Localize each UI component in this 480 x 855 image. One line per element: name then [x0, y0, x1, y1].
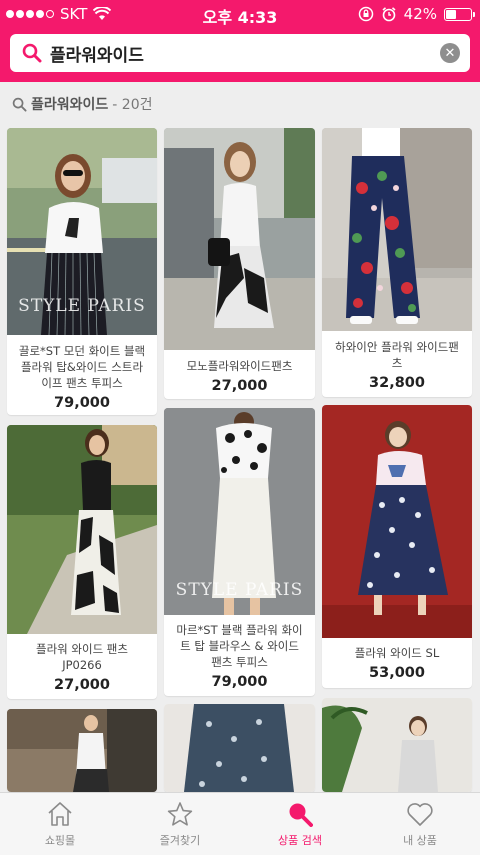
product-card[interactable]: 플라워 와이드 SL 53,000: [322, 405, 472, 688]
status-bar: SKT 오후 4:33 42%: [0, 0, 480, 28]
tab-favorites[interactable]: 즐겨찾기: [120, 793, 240, 855]
product-price: 27,000: [211, 378, 268, 394]
product-card[interactable]: 모노플라워와이드팬츠 27,000: [164, 128, 315, 399]
product-image: [322, 405, 472, 638]
results-count: - 20건: [112, 97, 153, 113]
product-name: 플라워 와이드 SL: [354, 646, 440, 660]
watermark: STYLE PARIS: [18, 296, 146, 316]
rotation-lock-icon: [358, 6, 373, 22]
header: SKT 오후 4:33 42% 플라워와이드 ✕: [0, 0, 480, 82]
heart-icon: [407, 802, 433, 826]
product-card[interactable]: 하와이안 플라워 와이드팬츠 32,800: [322, 128, 472, 397]
product-price: 79,000: [211, 674, 268, 690]
search-icon: [12, 97, 27, 112]
search-icon: [289, 803, 313, 827]
product-name: 플라워 와이드 팬츠 JP0266: [36, 642, 128, 672]
tab-shopping-mall[interactable]: 쇼핑몰: [0, 793, 120, 855]
battery-fill: [446, 9, 457, 19]
home-icon: [48, 801, 72, 826]
results-query: 플라워와이드: [31, 97, 109, 113]
product-card[interactable]: STYLE PARIS 끌로*ST 모던 화이트 블랙 플라워 탑&와이드 스트…: [7, 128, 157, 415]
tab-label: 즐겨찾기: [159, 833, 201, 847]
product-image: [7, 425, 157, 634]
tab-label: 내 상품: [403, 833, 437, 847]
status-right: 42%: [358, 5, 475, 23]
product-card[interactable]: [322, 698, 472, 792]
clear-icon[interactable]: ✕: [440, 43, 460, 63]
tab-label: 상품 검색: [278, 833, 322, 847]
product-image: [322, 698, 472, 792]
product-price: 32,800: [369, 375, 425, 391]
product-card[interactable]: [7, 709, 157, 792]
product-name: 끌로*ST 모던 화이트 블랙 플라워 탑&와이드 스트라이프 팬츠 투피스: [18, 344, 146, 390]
alarm-icon: [382, 7, 396, 22]
tab-label: 쇼핑몰: [44, 833, 76, 847]
product-info: 플라워 와이드 SL 53,000: [322, 645, 472, 681]
product-info: 하와이안 플라워 와이드팬츠 32,800: [322, 339, 472, 391]
tab-product-search[interactable]: 상품 검색: [240, 793, 360, 855]
product-name: 모노플라워와이드팬츠: [186, 359, 293, 373]
product-image: [322, 128, 472, 331]
product-card[interactable]: [164, 704, 315, 792]
product-price: 27,000: [54, 677, 110, 693]
search-input[interactable]: [50, 43, 440, 63]
search-icon: [20, 41, 44, 65]
results-summary: 플라워와이드 - 20건: [12, 94, 152, 114]
product-image: [7, 709, 157, 792]
product-card[interactable]: 플라워 와이드 팬츠 JP0266 27,000: [7, 425, 157, 699]
product-info: 끌로*ST 모던 화이트 블랙 플라워 탑&와이드 스트라이프 팬츠 투피스 7…: [7, 343, 157, 411]
product-price: 79,000: [54, 395, 110, 411]
tab-my-products[interactable]: 내 상품: [360, 793, 480, 855]
product-name: 하와이안 플라워 와이드팬츠: [335, 340, 459, 370]
product-card[interactable]: STYLE PARIS 마르*ST 블랙 플라워 화이트 탑 블라우스 & 와이…: [164, 408, 315, 696]
search-box[interactable]: ✕: [10, 34, 470, 72]
product-info: 모노플라워와이드팬츠 27,000: [164, 358, 315, 394]
product-info: 플라워 와이드 팬츠 JP0266 27,000: [7, 641, 157, 693]
tab-bar: 쇼핑몰 즐겨찾기 상품 검색 내 상품: [0, 792, 480, 855]
product-info: 마르*ST 블랙 플라워 화이트 탑 블라우스 & 와이드 팬츠 투피스 79,…: [164, 622, 315, 690]
product-image: [164, 704, 315, 792]
product-price: 53,000: [369, 665, 425, 681]
watermark: STYLE PARIS: [175, 580, 304, 600]
star-icon: [167, 801, 193, 826]
battery-percent: 42%: [403, 5, 437, 23]
battery-icon: [444, 7, 475, 21]
product-image: [164, 128, 315, 350]
product-name: 마르*ST 블랙 플라워 화이트 탑 블라우스 & 와이드 팬츠 투피스: [176, 623, 303, 669]
